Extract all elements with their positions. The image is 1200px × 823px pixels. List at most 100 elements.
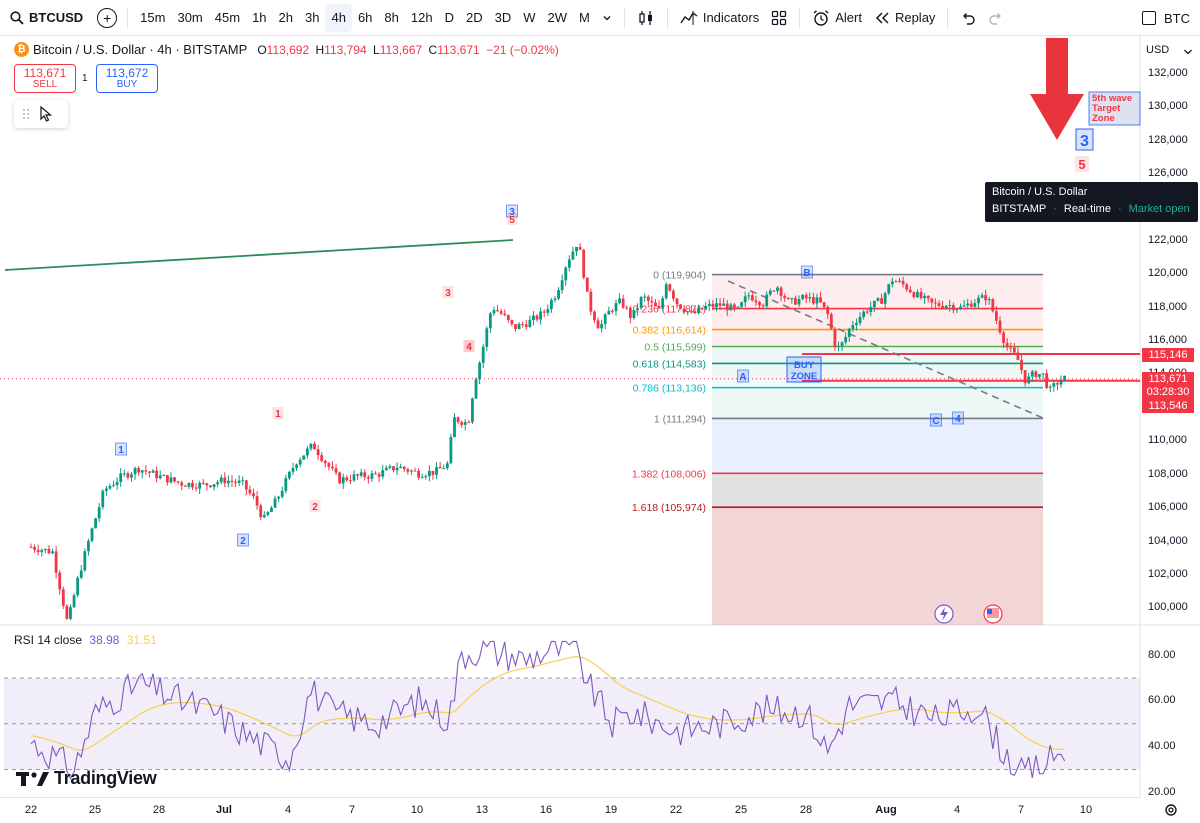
candle-body bbox=[241, 480, 245, 482]
candle-body bbox=[689, 311, 693, 313]
candle-body bbox=[930, 298, 934, 303]
interval-2w[interactable]: 2W bbox=[542, 4, 574, 32]
interval-dropdown-chevron-icon[interactable] bbox=[596, 4, 618, 32]
candle-body bbox=[237, 480, 241, 483]
settings-gear-icon[interactable] bbox=[1163, 802, 1179, 818]
rsi-tick-label: 60.00 bbox=[1148, 694, 1176, 706]
candle-body bbox=[679, 304, 682, 309]
candle-body bbox=[413, 470, 417, 472]
interval-2d[interactable]: 2D bbox=[460, 4, 489, 32]
candle-body bbox=[65, 605, 69, 619]
interval-d[interactable]: D bbox=[439, 4, 460, 32]
rsi-label: RSI 14 close bbox=[14, 633, 83, 647]
divider bbox=[799, 7, 801, 28]
interval-8h[interactable]: 8h bbox=[378, 4, 404, 32]
drag-handle-icon[interactable] bbox=[22, 108, 30, 120]
interval-4h[interactable]: 4h bbox=[325, 3, 352, 32]
candle-body bbox=[126, 473, 130, 478]
layouts-button[interactable] bbox=[765, 4, 793, 32]
candle-body bbox=[1009, 347, 1013, 349]
candle-body bbox=[686, 311, 690, 313]
candle-body bbox=[593, 311, 596, 321]
candle-body bbox=[79, 570, 83, 578]
candle-body bbox=[847, 328, 851, 337]
ohlc-values: O113,692 H113,794 L113,667 C113,671 −21 … bbox=[257, 43, 561, 57]
candle-body bbox=[815, 297, 819, 304]
candle-body bbox=[977, 297, 980, 304]
candle-body bbox=[349, 480, 352, 482]
candle-body bbox=[682, 308, 686, 313]
alert-button[interactable]: Alert bbox=[806, 4, 868, 32]
interval-m[interactable]: M bbox=[573, 4, 596, 32]
time-axis[interactable]: 22 25 28 Jul 4 7 10 13 16 19 22 25 28 Aug 4 7 10 bbox=[0, 797, 1140, 823]
order-quantity[interactable]: 1 bbox=[82, 73, 88, 84]
price-tick-label: 126,000 bbox=[1148, 167, 1188, 179]
interval-1h[interactable]: 1h bbox=[246, 4, 272, 32]
undo-button[interactable] bbox=[954, 4, 982, 32]
interval-w[interactable]: W bbox=[517, 4, 541, 32]
candle-body bbox=[205, 483, 209, 486]
candle-body bbox=[736, 306, 740, 308]
indicators-button[interactable]: Indicators bbox=[674, 4, 765, 32]
cursor-arrow-icon[interactable] bbox=[40, 106, 52, 122]
sell-button[interactable]: 113,671 SELL bbox=[14, 64, 76, 93]
candle-body bbox=[564, 267, 568, 281]
interval-15m[interactable]: 15m bbox=[134, 4, 171, 32]
alarm-clock-icon bbox=[813, 9, 829, 26]
candle-body bbox=[183, 485, 187, 487]
candle-body bbox=[776, 287, 779, 291]
candle-body bbox=[309, 443, 313, 449]
candle-body bbox=[829, 314, 833, 329]
candle-body bbox=[948, 304, 952, 306]
currency-chevron-icon[interactable] bbox=[1183, 48, 1193, 56]
low-key: L bbox=[373, 42, 380, 57]
interval-45m[interactable]: 45m bbox=[209, 4, 246, 32]
replay-button[interactable]: Replay bbox=[868, 4, 941, 32]
sell-price: 113,671 bbox=[23, 65, 67, 80]
price-chart[interactable]: 0 (119,904)0.236 (117,871)0.382 (116,614… bbox=[0, 36, 1200, 797]
candle-body bbox=[1005, 342, 1009, 348]
candle-body bbox=[510, 319, 514, 325]
candle-body bbox=[582, 249, 586, 278]
candle-body bbox=[693, 311, 697, 314]
high-key: H bbox=[315, 42, 325, 57]
wave-label: 4 bbox=[466, 342, 472, 353]
interval-30m[interactable]: 30m bbox=[171, 4, 208, 32]
candle-body bbox=[768, 290, 772, 295]
currency-selector[interactable]: USD bbox=[1146, 44, 1169, 56]
interval-2h[interactable]: 2h bbox=[273, 4, 299, 32]
candle-body bbox=[919, 291, 923, 299]
buy-button[interactable]: 113,672 BUY bbox=[96, 64, 158, 93]
interval-12h[interactable]: 12h bbox=[405, 4, 439, 32]
support-price-tag: 113,546 bbox=[1142, 399, 1194, 413]
candle-body bbox=[435, 467, 438, 475]
interval-6h[interactable]: 6h bbox=[352, 4, 378, 32]
right-symbol-label[interactable]: BTC bbox=[1164, 11, 1190, 26]
candle-body bbox=[47, 548, 51, 554]
interval-3d[interactable]: 3D bbox=[489, 4, 518, 32]
search-icon bbox=[10, 10, 24, 25]
candle-body bbox=[621, 298, 625, 308]
candle-body bbox=[230, 480, 234, 482]
interval-3h[interactable]: 3h bbox=[299, 4, 325, 32]
floating-drawing-toolbar[interactable] bbox=[14, 100, 68, 128]
symbol-search[interactable]: BTCUSD bbox=[0, 0, 93, 36]
redo-button[interactable] bbox=[982, 4, 1010, 32]
candle-style-button[interactable] bbox=[631, 4, 661, 32]
fib-level-label: 0.618 (114,583) bbox=[633, 358, 706, 370]
candle-body bbox=[661, 298, 665, 309]
candle-body bbox=[191, 482, 194, 488]
undo-icon bbox=[963, 12, 976, 25]
rsi-tick-label: 40.00 bbox=[1148, 740, 1176, 752]
time-tick-label: 22 bbox=[24, 804, 38, 816]
candle-body bbox=[549, 300, 553, 310]
candle-body bbox=[553, 298, 557, 301]
candle-body bbox=[388, 466, 392, 468]
open-key: O bbox=[257, 42, 267, 57]
add-symbol-icon[interactable]: + bbox=[97, 7, 118, 28]
candle-body bbox=[33, 546, 36, 550]
low-value: 113,667 bbox=[379, 42, 423, 57]
fullscreen-square-icon[interactable] bbox=[1142, 11, 1156, 25]
candle-body bbox=[804, 295, 808, 299]
candle-body bbox=[600, 323, 604, 329]
